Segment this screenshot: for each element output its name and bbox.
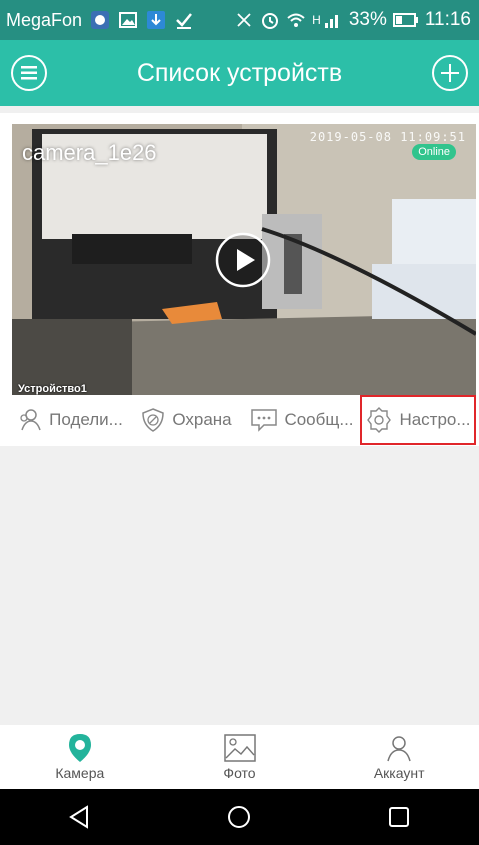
system-nav-bar [0,789,479,845]
battery-percent: 33% [348,9,387,30]
device-overlay-label: Устройство1 [18,383,87,395]
tab-camera-label: Камера [55,765,105,781]
tab-account-label: Аккаунт [373,765,425,781]
photo-icon [223,734,256,762]
bottom-tab-bar: Камера Фото Аккаунт [0,725,479,789]
page-title: Список устройств [136,58,343,87]
camera-preview[interactable]: camera_1e26 2019-05-08 11:09:51 Online У… [12,124,476,395]
tab-photo-label: Фото [223,765,256,781]
signal-icon [324,15,338,28]
menu-icon[interactable] [10,54,48,92]
home-icon[interactable] [226,804,252,830]
settings-icon [367,407,392,433]
play-icon[interactable] [215,232,271,288]
gallery-notification-icon [119,12,138,28]
user-icon [387,736,411,762]
tab-account[interactable]: Аккаунт [319,725,479,789]
rotate-icon [237,13,251,27]
share-label: Подели... [49,410,123,429]
download-notification-icon [147,11,166,29]
messages-button[interactable]: Сообщ... [244,395,360,445]
battery-icon [392,13,418,27]
alarm-icon [262,13,279,29]
guard-button[interactable]: Охрана [128,395,244,445]
back-icon[interactable] [67,804,93,830]
network-type-label: H [312,13,321,27]
device-list: camera_1e26 2019-05-08 11:09:51 Online У… [0,106,479,725]
status-bar: MegaFon H 33% 11:16 [0,0,479,40]
app-header: Список устройств [0,40,479,106]
settings-button[interactable]: Настро... [360,395,476,445]
tab-photo[interactable]: Фото [160,725,320,789]
message-icon [251,409,278,432]
wifi-icon [287,13,305,27]
check-notification-icon [176,13,193,29]
clock: 11:16 [424,9,471,30]
settings-label: Настро... [399,410,471,429]
device-card: camera_1e26 2019-05-08 11:09:51 Online У… [0,113,479,446]
location-pin-icon [68,734,91,762]
snapshot-timestamp: 2019-05-08 11:09:51 [309,130,466,144]
share-button[interactable]: Подели... [12,395,128,445]
plus-icon[interactable] [431,54,469,92]
share-user-icon [20,409,41,431]
recents-icon[interactable] [386,804,412,830]
app-notification-icon [91,11,110,29]
tab-camera[interactable]: Камера [0,725,160,789]
guard-label: Охрана [172,410,232,429]
device-actions: Подели... Охрана Сообщ... Настро... [12,395,476,445]
messages-label: Сообщ... [284,410,354,429]
status-badge: Online [412,144,456,160]
shield-icon [142,408,165,432]
carrier-label: MegaFon [6,9,83,30]
device-name: camera_1e26 [22,140,157,165]
